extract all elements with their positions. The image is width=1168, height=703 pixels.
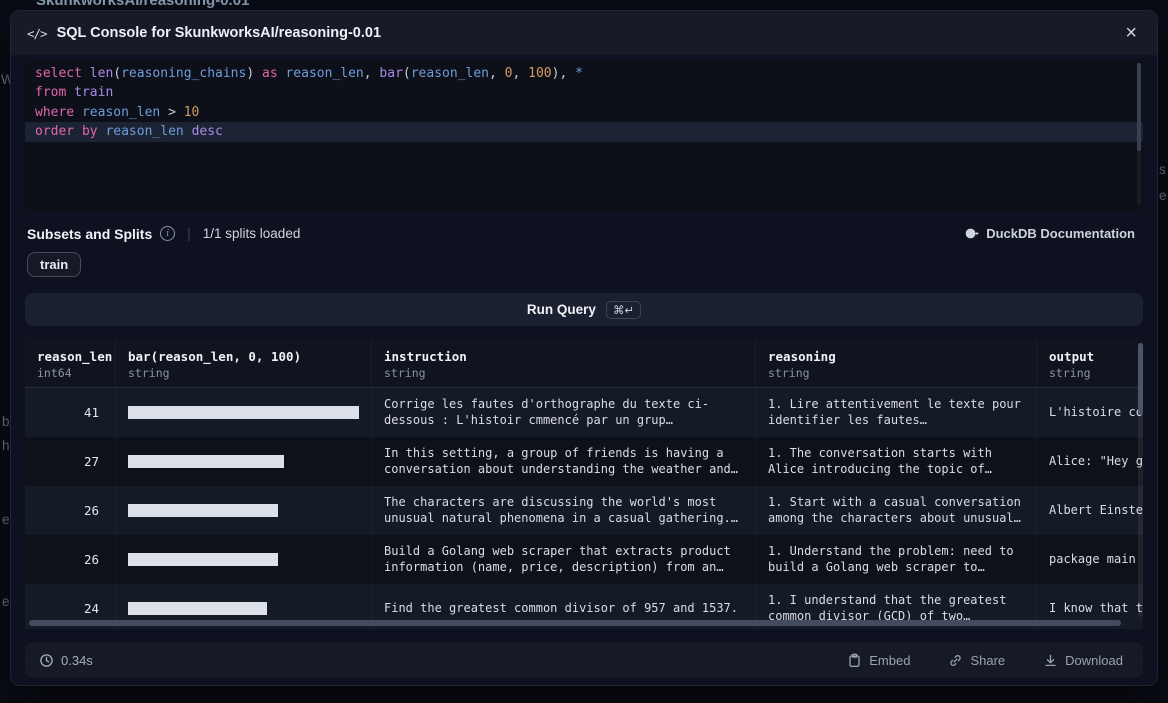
run-query-button[interactable]: Run Query ⌘↵ [25,293,1143,326]
bar-glyph [128,504,278,517]
column-header-output[interactable]: outputstring [1037,341,1143,387]
cell-output: L'histoire co informatique [1037,388,1143,437]
code-line: order by reason_len desc [25,122,1143,141]
table-header-row: reason_lenint64bar(reason_len, 0, 100)st… [25,341,1143,388]
background-text-fragment: e [1159,188,1167,203]
footer-actions: Embed Share [841,652,1129,669]
modal-footer: 0.34s Embed [25,642,1143,678]
cell-reason-len: 41 [25,388,116,437]
cell-reason-len: 27 [25,437,116,486]
cell-output: Alice: "Hey g meteorologist [1037,437,1143,486]
background-text-fragment: b [2,414,10,429]
table-row[interactable]: 26 Build a Golang web scraper that extrac… [25,535,1143,584]
bar-glyph [128,602,267,615]
bar-glyph [128,406,359,419]
results-table: reason_lenint64bar(reason_len, 0, 100)st… [25,341,1143,629]
share-button[interactable]: Share [942,652,1011,669]
subsets-label: Subsets and Splits [27,226,152,242]
horizontal-scrollbar[interactable] [29,620,1121,626]
code-line: select len(reasoning_chains) as reason_l… [25,64,1143,83]
cell-output: Albert Einste place called [1037,486,1143,535]
query-time: 0.34s [39,653,93,668]
cell-bar [116,437,372,486]
close-button[interactable]: × [1121,21,1141,45]
bar-glyph [128,455,284,468]
splits-loaded-text: 1/1 splits loaded [203,226,301,241]
code-line: where reason_len > 10 [25,103,1143,122]
cell-bar [116,535,372,584]
modal-header: </> SQL Console for SkunkworksAI/reasoni… [11,11,1157,55]
editor-scrollbar-thumb[interactable] [1137,63,1141,151]
cell-instruction: Build a Golang web scraper that extracts… [372,535,756,584]
column-header-instruction[interactable]: instructionstring [372,341,756,387]
cell-reasoning: 1. Lire attentivement le texte pour iden… [756,388,1037,437]
cell-reasoning: 1. Understand the problem: need to build… [756,535,1037,584]
cell-instruction: The characters are discussing the world'… [372,486,756,535]
column-header-reasoning[interactable]: reasoningstring [756,341,1037,387]
query-time-value: 0.34s [61,653,93,668]
cell-bar [116,388,372,437]
run-query-label: Run Query [527,302,596,317]
link-icon [948,653,963,668]
cell-reasoning: 1. Start with a casual conversation amon… [756,486,1037,535]
cell-reason-len: 26 [25,535,116,584]
share-label: Share [970,653,1005,668]
divider: | [187,226,191,241]
split-chips: train [27,252,1141,278]
embed-label: Embed [869,653,910,668]
cell-output: package main "io/ioutil" " [1037,535,1143,584]
clock-icon [39,653,54,668]
cell-instruction: In this setting, a group of friends is h… [372,437,756,486]
modal-title: SQL Console for SkunkworksAI/reasoning-0… [57,25,381,41]
sql-editor[interactable]: select len(reasoning_chains) as reason_l… [25,59,1143,211]
background-text-fragment: h [2,438,10,453]
embed-icon [847,653,862,668]
background-text-fragment: e [2,594,10,609]
info-icon[interactable]: i [160,226,175,241]
sql-console-modal: </> SQL Console for SkunkworksAI/reasoni… [10,10,1158,686]
download-icon [1043,653,1058,668]
vertical-scrollbar-thumb[interactable] [1138,343,1143,415]
duckdb-docs-link[interactable]: DuckDB Documentation [958,225,1141,242]
column-header-bar-reason-len-0-100-[interactable]: bar(reason_len, 0, 100)string [116,341,372,387]
code-line: from train [25,83,1143,102]
cell-reason-len: 26 [25,486,116,535]
download-label: Download [1065,653,1123,668]
download-button[interactable]: Download [1037,652,1129,669]
table-row[interactable]: 27 In this setting, a group of friends is… [25,437,1143,486]
cell-reasoning: 1. The conversation starts with Alice in… [756,437,1037,486]
embed-button[interactable]: Embed [841,652,916,669]
bar-glyph [128,553,278,566]
cell-bar [116,486,372,535]
background-text-fragment: e [2,512,10,527]
table-row[interactable]: 26 The characters are discussing the worl… [25,486,1143,535]
background-text-fragment: s [1159,162,1166,177]
cell-instruction: Corrige les fautes d'orthographe du text… [372,388,756,437]
code-icon: </> [27,26,47,41]
subsets-and-splits-row: Subsets and Splits i | 1/1 splits loaded… [27,224,1141,243]
table-row[interactable]: 41 Corrige les fautes d'orthographe du te… [25,388,1143,437]
background-page-heading: SkunkworksAI/reasoning-0.01 [36,0,249,9]
duckdb-icon [964,226,979,241]
column-header-reason-len[interactable]: reason_lenint64 [25,341,116,387]
run-query-shortcut: ⌘↵ [606,301,641,319]
split-chip-train[interactable]: train [27,252,81,277]
duckdb-docs-label: DuckDB Documentation [986,226,1135,241]
